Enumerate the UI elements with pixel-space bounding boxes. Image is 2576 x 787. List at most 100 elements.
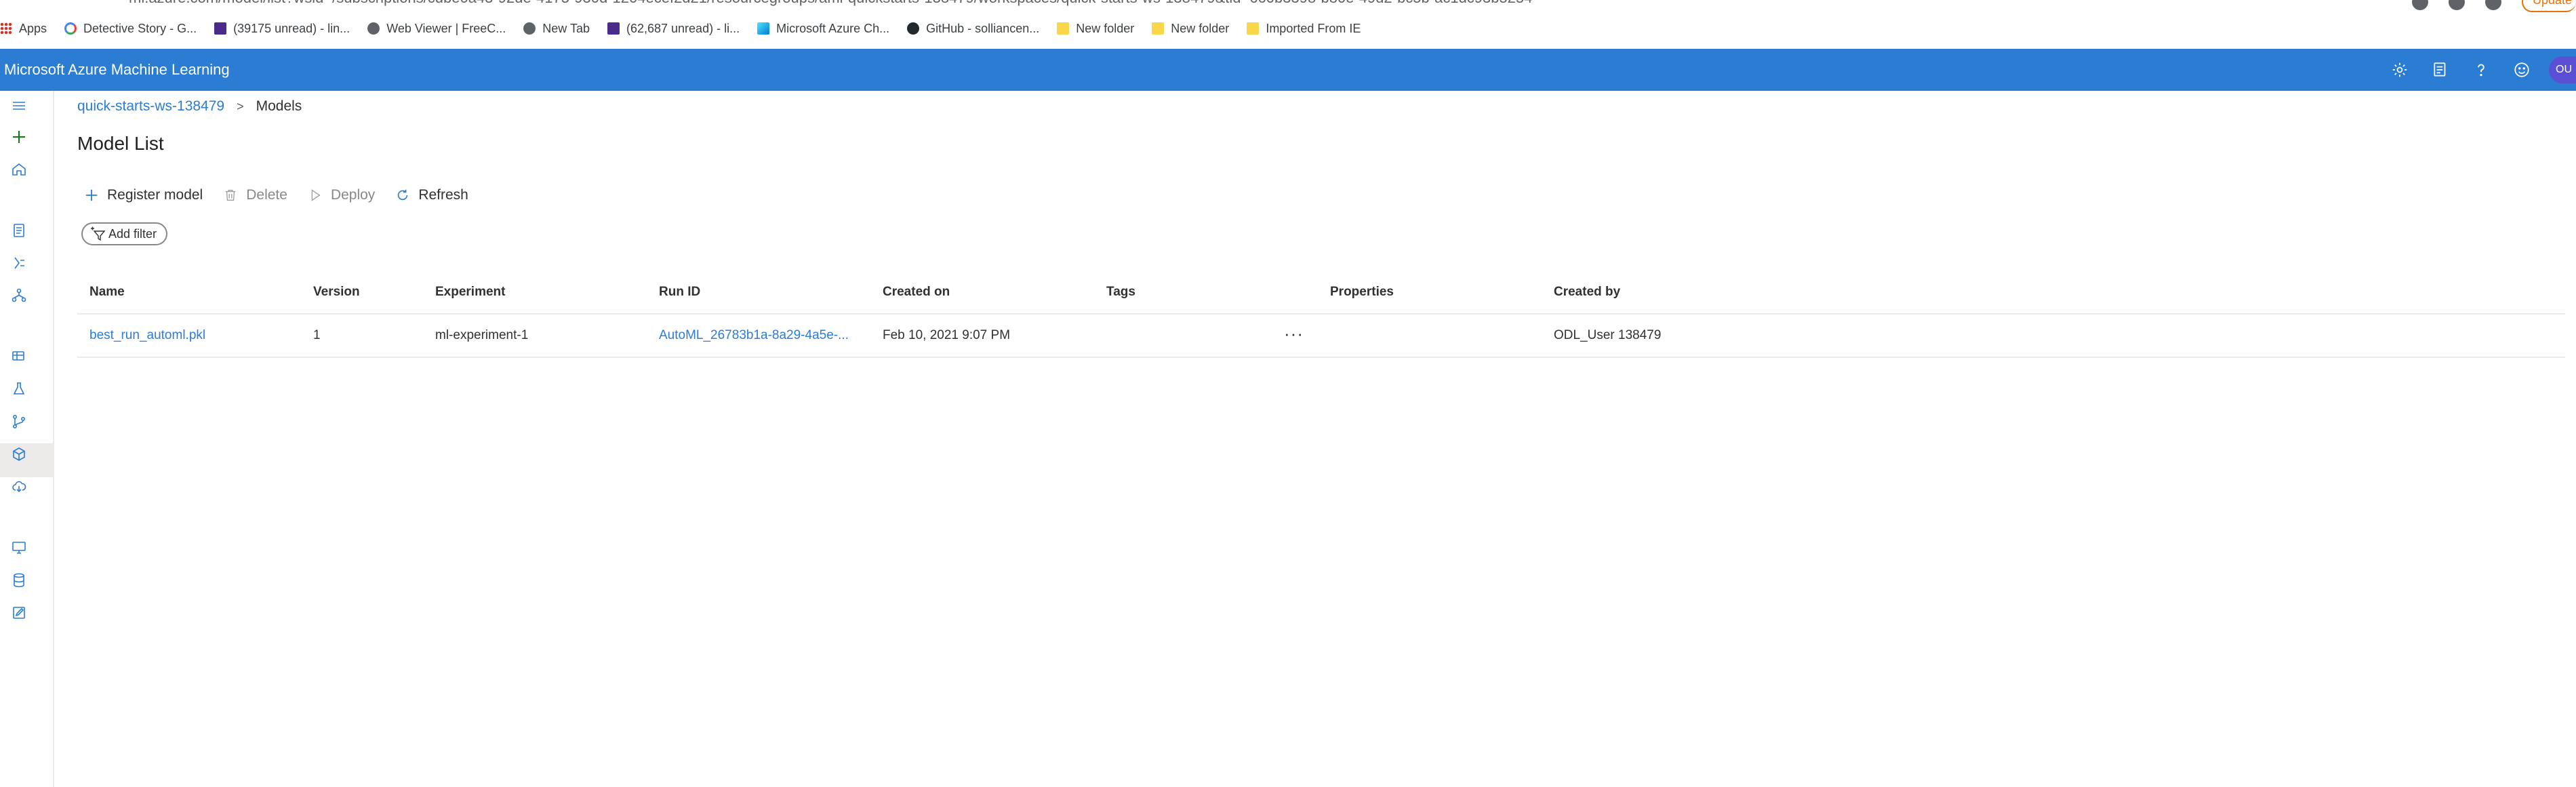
- trash-icon: [225, 189, 236, 201]
- yahoo-mail-icon: [214, 22, 227, 35]
- bookmark-label: Apps: [19, 21, 47, 35]
- page-title: Model List: [77, 133, 164, 154]
- table-header-row: Name Version Experiment Run ID Created o…: [77, 271, 2565, 315]
- bookmark-item[interactable]: (62,687 unread) - li...: [607, 22, 740, 36]
- url-text[interactable]: ml.azure.com/model/list?wsid=/subscripti…: [129, 0, 1532, 7]
- bookmark-item[interactable]: GitHub - solliancen...: [907, 22, 1039, 36]
- settings-icon[interactable]: [2379, 49, 2420, 91]
- breadcrumb: quick-starts-ws-138479 > Models: [77, 96, 302, 117]
- bookmark-label: Web Viewer | FreeC...: [386, 21, 506, 35]
- bookmark-label: GitHub - solliancen...: [926, 21, 1040, 35]
- deploy-label: Deploy: [330, 187, 376, 203]
- model-version: 1: [313, 328, 321, 342]
- breadcrumb-workspace-link[interactable]: quick-starts-ws-138479: [77, 98, 224, 115]
- delete-label: Delete: [246, 187, 287, 203]
- browser-toolbar: ml.azure.com/model/list?wsid=/subscripti…: [0, 0, 2576, 49]
- notebooks-icon[interactable]: [9, 221, 28, 240]
- run-id-link[interactable]: AutoML_26783b1a-8a29-4a5e-...: [659, 315, 849, 357]
- home-icon[interactable]: [9, 160, 28, 179]
- browser-update-button[interactable]: Update: [2522, 0, 2576, 12]
- left-nav: [0, 91, 54, 787]
- hamburger-menu-icon[interactable]: [9, 96, 28, 115]
- bookmark-item[interactable]: Imported From IE: [1247, 22, 1361, 36]
- bookmark-label: New folder: [1171, 21, 1230, 35]
- add-filter-icon: [91, 226, 106, 241]
- deploy-button[interactable]: Deploy: [308, 187, 375, 203]
- address-bar[interactable]: ml.azure.com/model/list?wsid=/subscripti…: [0, 0, 2576, 8]
- refresh-button[interactable]: Refresh: [395, 187, 468, 203]
- column-header-name[interactable]: Name: [89, 271, 125, 313]
- folder-icon: [1247, 22, 1260, 35]
- datastores-icon[interactable]: [9, 571, 28, 590]
- bookmark-label: (39175 unread) - lin...: [233, 21, 350, 35]
- bookmark-label: Imported From IE: [1266, 21, 1361, 35]
- globe-icon: [367, 22, 380, 35]
- bookmark-item[interactable]: New folder: [1152, 22, 1229, 36]
- feedback-list-icon[interactable]: [2420, 49, 2461, 91]
- column-header-tags[interactable]: Tags: [1106, 271, 1135, 313]
- automated-ml-icon[interactable]: [9, 254, 28, 273]
- column-header-created-on[interactable]: Created on: [883, 271, 950, 313]
- bookmark-label: New folder: [1076, 21, 1135, 35]
- app-title[interactable]: Microsoft Azure Machine Learning: [4, 49, 230, 91]
- breadcrumb-separator: >: [237, 99, 244, 113]
- globe-icon: [523, 22, 536, 35]
- compute-icon[interactable]: [9, 538, 28, 557]
- bookmark-item[interactable]: Microsoft Azure Ch...: [757, 22, 889, 36]
- bookmark-label: (62,687 unread) - li...: [626, 21, 740, 35]
- datasets-icon[interactable]: [9, 347, 28, 366]
- refresh-icon: [398, 189, 408, 201]
- model-list-table: Name Version Experiment Run ID Created o…: [77, 271, 2565, 358]
- models-icon[interactable]: [9, 445, 28, 464]
- breadcrumb-current: Models: [256, 98, 302, 114]
- model-name-link[interactable]: best_run_automl.pkl: [89, 315, 205, 357]
- designer-icon[interactable]: [9, 286, 28, 305]
- delete-button[interactable]: Delete: [223, 187, 287, 203]
- column-header-properties[interactable]: Properties: [1330, 271, 1394, 313]
- model-created-by: ODL_User 138479: [1554, 328, 1662, 342]
- play-icon: [311, 189, 321, 201]
- folder-icon: [1152, 22, 1165, 35]
- bookmarks-bar: Apps Detective Story - G... (39175 unread)…: [0, 15, 1378, 42]
- endpoints-icon[interactable]: [9, 477, 28, 496]
- bookmark-item[interactable]: New Tab: [523, 22, 590, 36]
- smiley-icon[interactable]: [2501, 49, 2542, 91]
- data-labeling-icon[interactable]: [9, 603, 28, 622]
- help-icon[interactable]: [2461, 49, 2501, 91]
- extensions-icon[interactable]: [2449, 0, 2465, 10]
- command-bar: Register model Delete Deploy Refresh: [84, 183, 489, 207]
- register-model-label: Register model: [107, 187, 203, 203]
- add-filter-label: Add filter: [108, 226, 157, 241]
- add-filter-button[interactable]: Add filter: [81, 222, 168, 245]
- bookmark-star-icon[interactable]: [2412, 0, 2428, 10]
- app-header: Microsoft Azure Machine Learning OU: [0, 49, 2576, 91]
- column-header-created-by[interactable]: Created by: [1554, 271, 1620, 313]
- model-experiment: ml-experiment-1: [435, 328, 529, 342]
- github-icon: [907, 22, 920, 35]
- column-header-version[interactable]: Version: [313, 271, 360, 313]
- column-header-run-id[interactable]: Run ID: [659, 271, 700, 313]
- register-model-button[interactable]: Register model: [84, 187, 203, 203]
- bookmark-item[interactable]: New folder: [1057, 22, 1134, 36]
- column-header-experiment[interactable]: Experiment: [435, 271, 505, 313]
- azure-icon: [757, 22, 770, 35]
- apps-grid-icon: [0, 22, 12, 35]
- plus-create-icon[interactable]: [9, 127, 28, 146]
- profile-avatar-icon[interactable]: [2485, 0, 2501, 10]
- pipelines-icon[interactable]: [9, 412, 28, 431]
- row-more-options-button[interactable]: ···: [1284, 315, 1304, 352]
- table-row[interactable]: best_run_automl.pkl 1 ml-experiment-1 Au…: [77, 315, 2565, 358]
- yahoo-mail-icon: [607, 22, 620, 35]
- bookmark-item[interactable]: Detective Story - G...: [64, 22, 197, 36]
- google-icon: [64, 22, 77, 35]
- bookmark-item[interactable]: Apps: [0, 22, 47, 36]
- experiments-icon[interactable]: [9, 380, 28, 399]
- bookmark-item[interactable]: Web Viewer | FreeC...: [367, 22, 506, 36]
- plus-icon: [85, 189, 98, 201]
- header-icon-group: OU: [2379, 49, 2576, 91]
- avatar[interactable]: OU: [2549, 56, 2576, 83]
- refresh-label: Refresh: [418, 187, 468, 203]
- folder-icon: [1057, 22, 1070, 35]
- bookmark-item[interactable]: (39175 unread) - lin...: [214, 22, 350, 36]
- bookmark-label: Microsoft Azure Ch...: [776, 21, 890, 35]
